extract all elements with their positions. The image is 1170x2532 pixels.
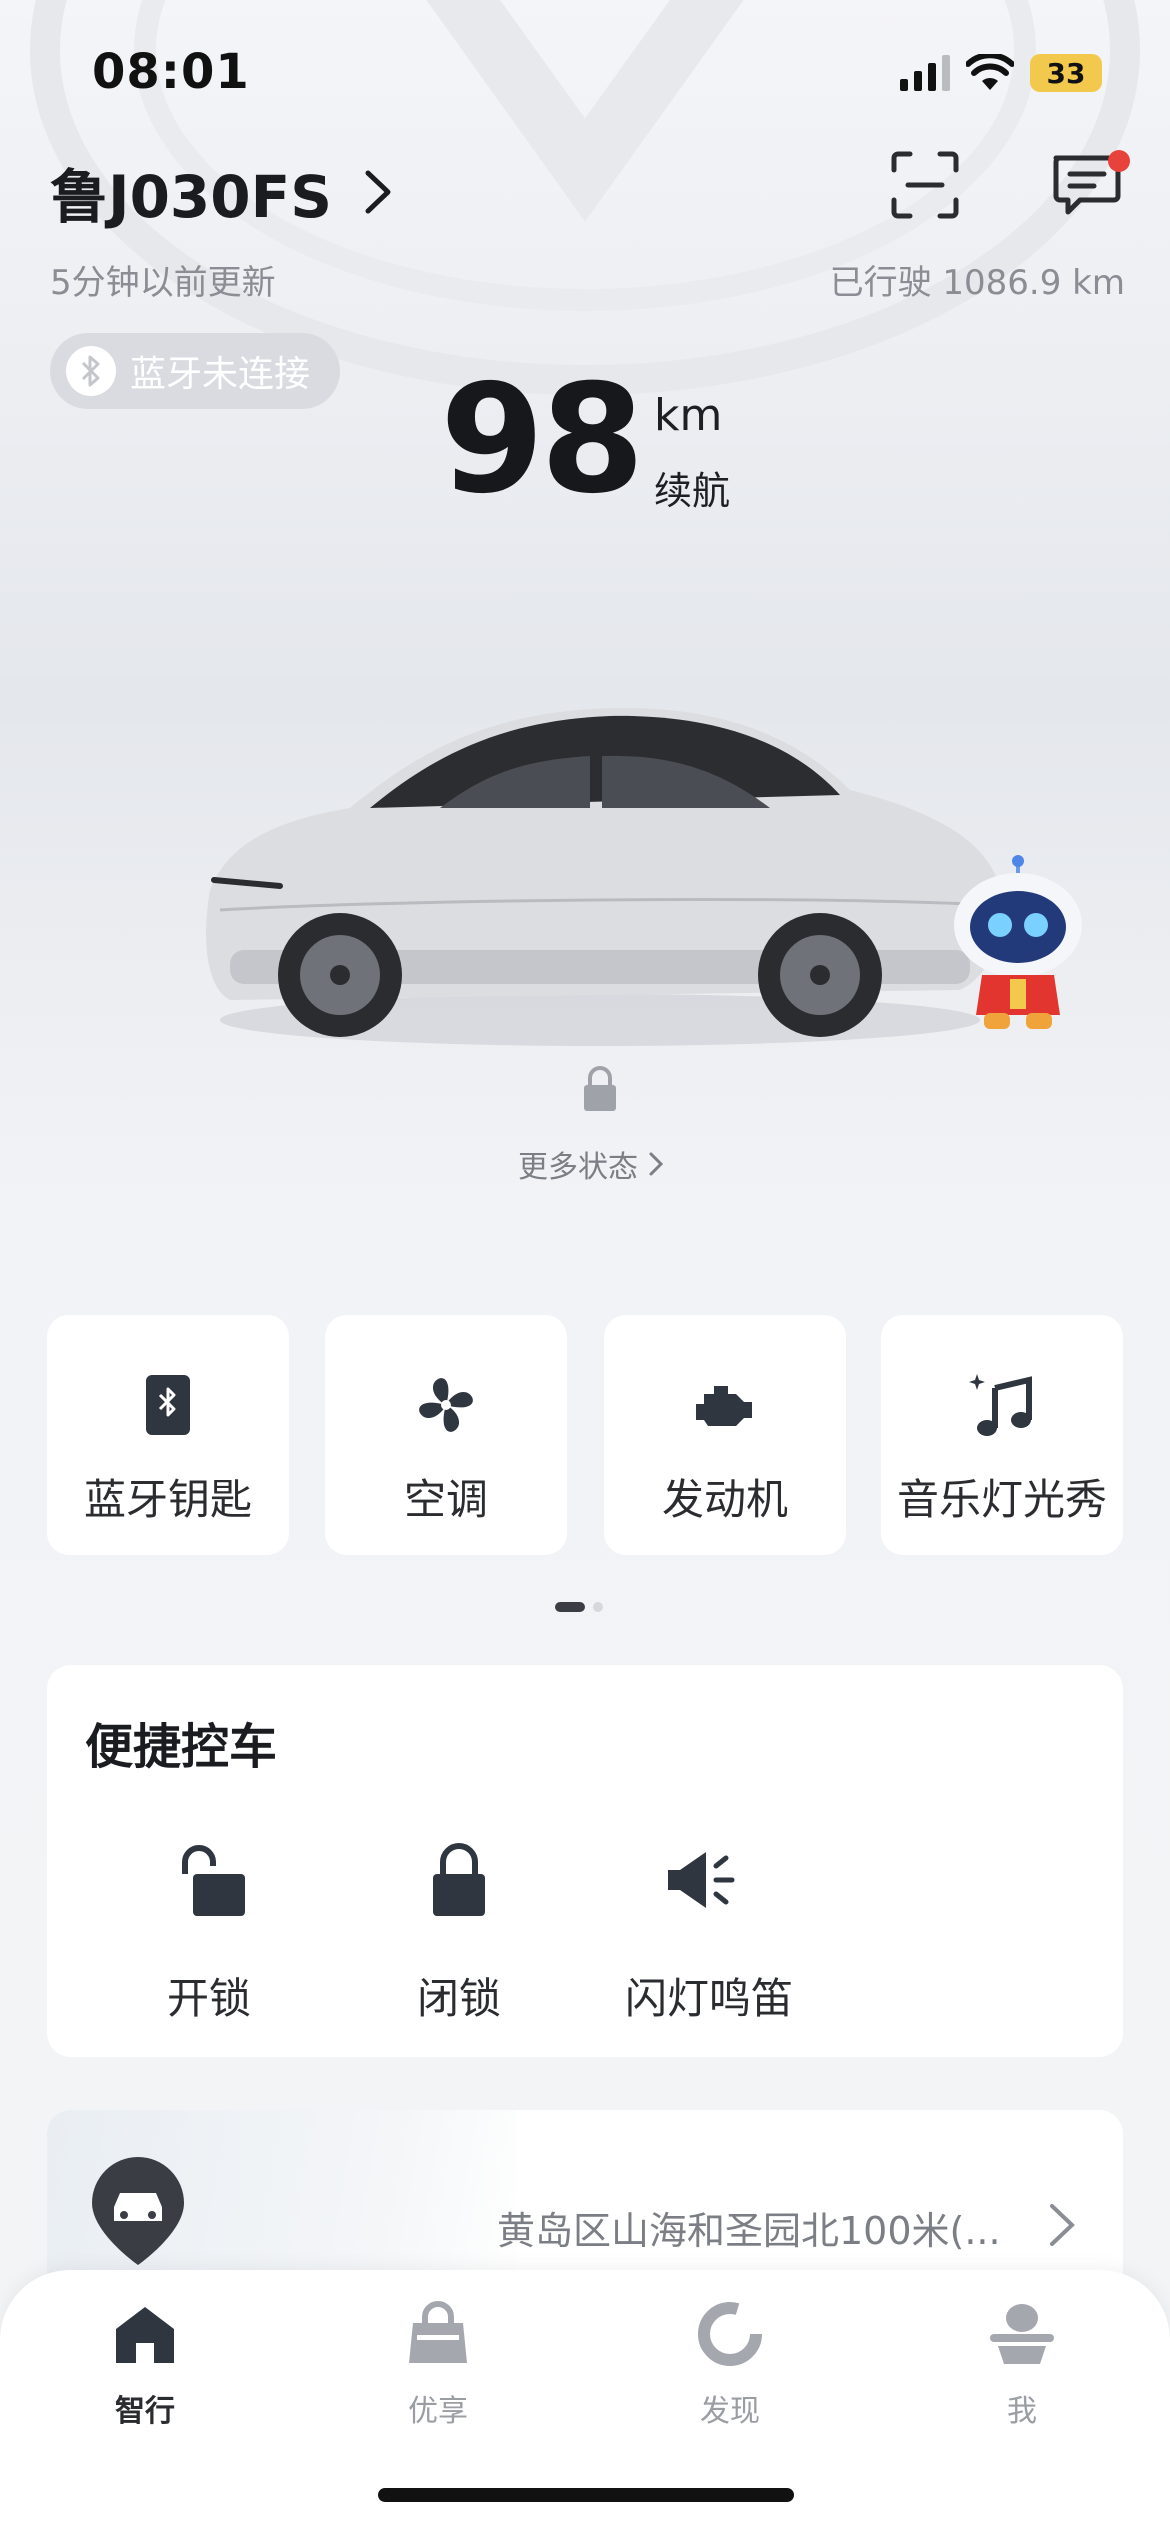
flash-horn-label: 闪灯鸣笛 — [624, 1974, 793, 2023]
music-light-icon — [967, 1370, 1037, 1440]
status-icons: 33 — [900, 48, 1130, 98]
tab-me[interactable]: 我 — [942, 2298, 1102, 2430]
tab-discover[interactable]: 发现 — [650, 2298, 810, 2430]
cellular-signal-icon — [900, 55, 950, 91]
tab-privileges[interactable]: 优享 — [358, 2298, 518, 2430]
bag-icon — [402, 2298, 474, 2370]
tab-label: 我 — [1007, 2394, 1037, 2429]
engine-icon — [690, 1370, 760, 1440]
more-status-label: 更多状态 — [518, 1150, 638, 1185]
notification-dot — [1108, 150, 1130, 172]
card-music-light-show[interactable]: 音乐灯光秀 — [881, 1315, 1123, 1555]
location-address: 黄岛区山海和圣园北100米(... — [497, 2209, 1001, 2253]
lock-icon — [414, 1835, 504, 1925]
card-engine[interactable]: 发动机 — [604, 1315, 846, 1555]
card-label: 空调 — [403, 1475, 488, 1524]
update-time-text: 5分钟以前更新 — [50, 263, 276, 303]
bluetooth-key-icon — [133, 1370, 203, 1440]
card-label: 发动机 — [661, 1475, 788, 1524]
page-indicator — [555, 1602, 603, 1612]
user-icon — [986, 2298, 1058, 2370]
vehicle-image — [206, 707, 1001, 1046]
tab-smart-drive[interactable]: 智行 — [65, 2298, 225, 2430]
vehicle-plate-selector[interactable]: 鲁J030FS — [50, 150, 394, 234]
quick-control-panel: 便捷控车 开锁 闭锁 闪灯鸣笛 — [47, 1665, 1123, 2057]
plate-number: 鲁J030FS — [50, 163, 333, 231]
tab-label: 发现 — [700, 2394, 760, 2429]
chevron-right-icon — [649, 1152, 664, 1176]
card-air-conditioning[interactable]: 空调 — [325, 1315, 567, 1555]
home-icon — [109, 2298, 181, 2370]
car-location-pin-icon — [92, 2157, 184, 2265]
unlock-label: 开锁 — [166, 1974, 251, 2023]
more-status-link[interactable]: 更多状态 — [518, 1142, 664, 1186]
total-mileage: 已行驶 1086.9 km — [829, 263, 1125, 303]
range-label: 续航 — [654, 469, 731, 513]
tab-label: 智行 — [115, 2394, 175, 2429]
bluetooth-status-badge[interactable]: 蓝牙未连接 — [50, 333, 341, 409]
vehicle-lock-status-icon — [584, 1066, 616, 1111]
lock-button[interactable]: 闭锁 — [359, 1835, 559, 2026]
status-time: 08:01 — [92, 44, 250, 100]
wifi-icon — [966, 54, 1014, 90]
battery-indicator: 33 — [1030, 54, 1102, 92]
flash-horn-button[interactable]: 闪灯鸣笛 — [609, 1835, 809, 2026]
scan-icon[interactable] — [890, 150, 960, 220]
unlock-icon — [164, 1835, 254, 1925]
bluetooth-status-text: 蓝牙未连接 — [130, 354, 311, 395]
lock-label: 闭锁 — [416, 1974, 501, 2023]
fan-icon — [411, 1370, 481, 1440]
horn-icon — [664, 1835, 754, 1925]
card-bluetooth-key[interactable]: 蓝牙钥匙 — [47, 1315, 289, 1555]
card-label: 蓝牙钥匙 — [83, 1475, 252, 1524]
home-indicator — [378, 2488, 794, 2502]
range-unit: km — [654, 390, 723, 441]
tab-label: 优享 — [408, 2394, 468, 2429]
mascot-robot — [954, 855, 1082, 1029]
bluetooth-icon — [66, 346, 116, 396]
chevron-right-icon — [365, 170, 391, 214]
discover-icon — [694, 2298, 766, 2370]
card-label: 音乐灯光秀 — [896, 1475, 1107, 1524]
range-value: 98 — [440, 353, 645, 527]
chevron-right-icon — [1050, 2204, 1075, 2246]
quick-control-title: 便捷控车 — [85, 1719, 278, 1775]
unlock-button[interactable]: 开锁 — [109, 1835, 309, 2026]
